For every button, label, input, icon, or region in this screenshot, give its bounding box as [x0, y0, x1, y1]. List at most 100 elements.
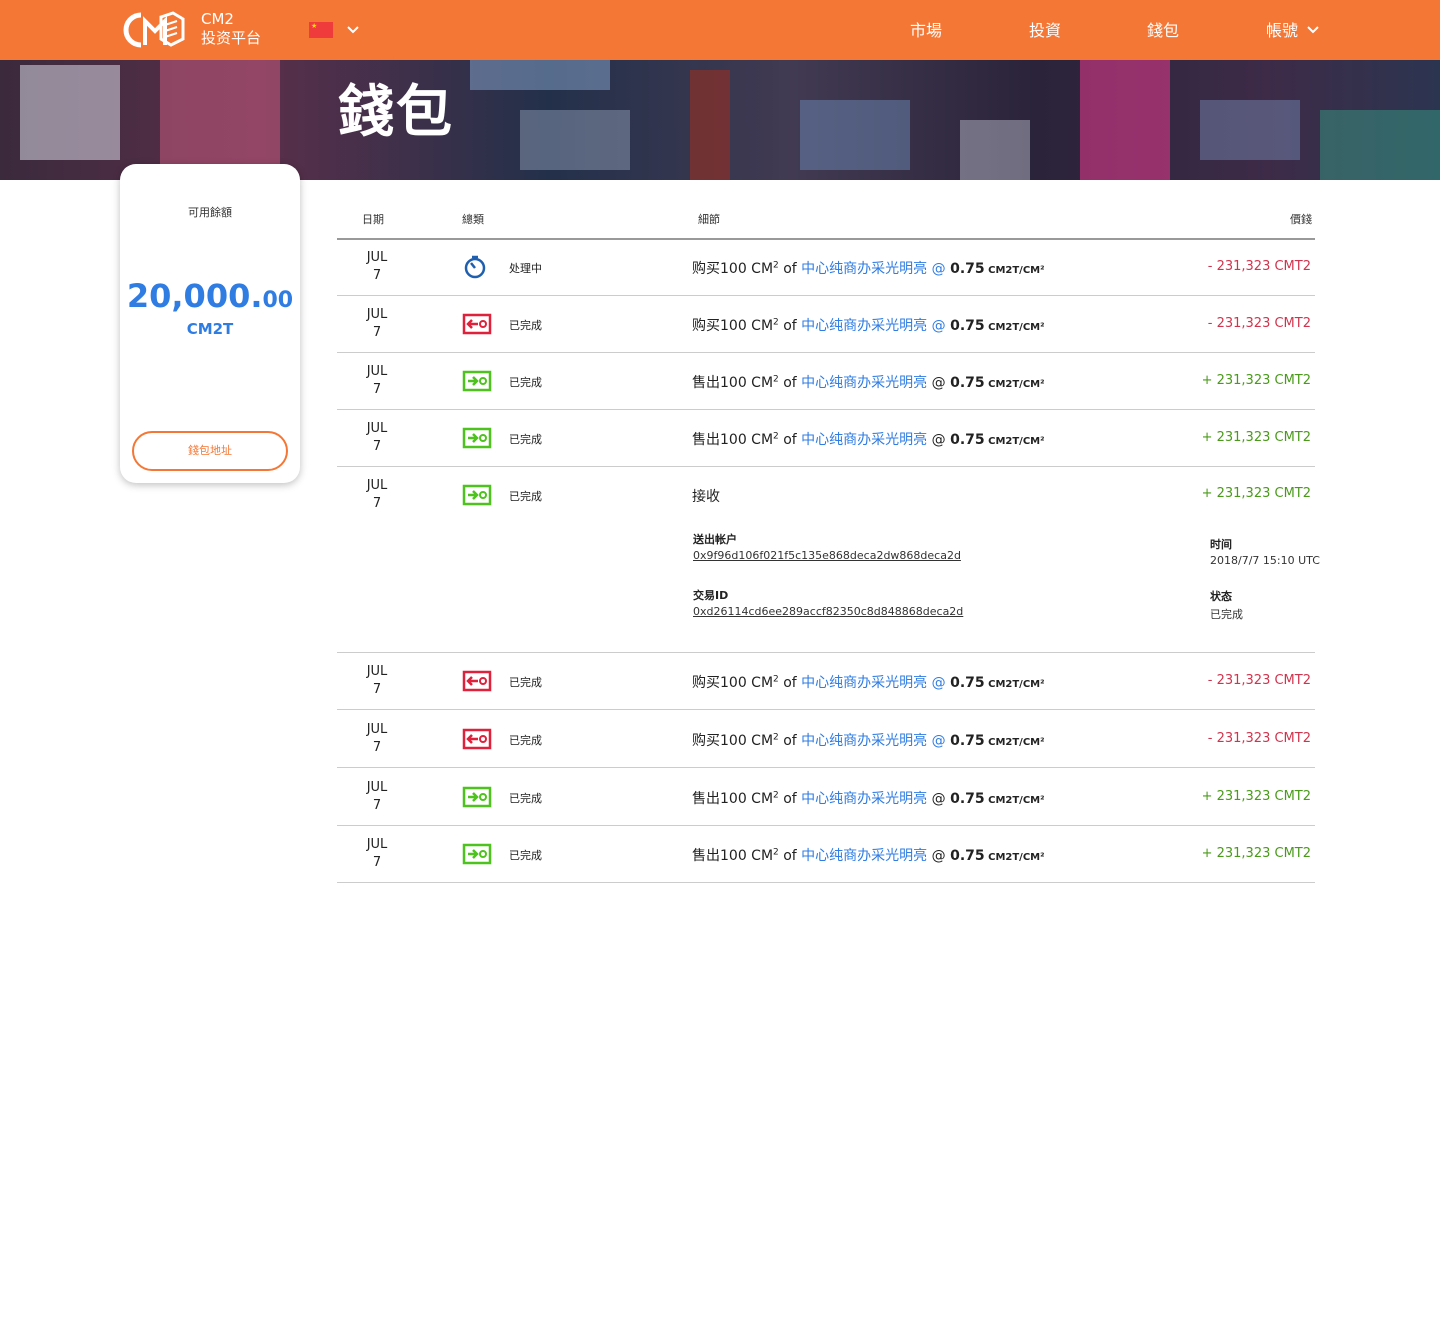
table-row[interactable]: JUL 7 已完成 售出100 CM2 of 中心纯商办采光明亮 @ 0.75 CM2… — [337, 826, 1315, 883]
detail-price: 0.75 — [950, 733, 985, 749]
brand-name: CM2 投资平台 — [201, 10, 262, 47]
time-label: 时间 — [1210, 538, 1232, 551]
detail-unit: CM2T/CM² — [984, 795, 1045, 806]
transaction-amount: + 231,323 CMT2 — [1201, 430, 1311, 445]
chevron-down-icon[interactable] — [345, 21, 361, 37]
status-label: 已完成 — [509, 734, 542, 747]
cm2-logo-icon[interactable] — [121, 11, 185, 49]
detail-action: 购买100 CM — [692, 675, 774, 691]
date-month: JUL — [366, 664, 388, 679]
row-divider — [337, 767, 1315, 768]
nav-market[interactable]: 市場 — [910, 20, 942, 42]
transaction-detail: 购买100 CM2 of 中心纯商办采光明亮 @ 0.75 CM2T/CM² — [692, 730, 1045, 750]
property-link[interactable]: 中心纯商办采光明亮 — [801, 432, 927, 448]
row-date: JUL 7 — [337, 306, 417, 342]
row-date: JUL 7 — [337, 836, 417, 872]
detail-of: of — [778, 261, 802, 277]
sender-label: 送出帐户 — [693, 533, 737, 546]
nav-wallet[interactable]: 錢包 — [1147, 20, 1179, 42]
expanded-table-row[interactable]: JUL 7 已完成 接收 + 231,323 CMT2 送出帐户 0x9f96d106f02… — [337, 467, 1320, 653]
property-link[interactable]: 中心纯商办采光明亮 — [801, 375, 927, 391]
table-row[interactable]: JUL 7 已完成 售出100 CM2 of 中心纯商办采光明亮 @ 0.75 CM2… — [337, 410, 1315, 467]
account-chevron-down-icon[interactable] — [1306, 22, 1320, 36]
detail-unit: CM2T/CM² — [984, 436, 1045, 447]
detail-action: 售出100 CM — [692, 791, 774, 807]
detail-unit: CM2T/CM² — [984, 737, 1045, 748]
transaction-amount: + 231,323 CMT2 — [1201, 789, 1311, 804]
detail-at: @ — [927, 848, 951, 864]
transaction-amount: + 231,323 CMT2 — [1201, 486, 1311, 501]
china-flag-icon[interactable]: ★ — [309, 22, 333, 38]
detail-action: 购买100 CM — [692, 733, 774, 749]
timer-icon — [464, 255, 486, 279]
date-day: 7 — [372, 496, 382, 511]
detail-at: @ — [927, 791, 951, 807]
state-label: 状态 — [1210, 590, 1232, 603]
property-link[interactable]: 中心纯商办采光明亮 — [801, 675, 927, 691]
table-row[interactable]: JUL 7 已完成 购买100 CM2 of 中心纯商办采光明亮 @ 0.75 CM2… — [337, 711, 1315, 768]
time-value: 2018/7/7 15:10 UTC — [1210, 554, 1320, 567]
detail-price: 0.75 — [950, 791, 985, 807]
nav-account[interactable]: 帳號 — [1266, 20, 1298, 42]
row-divider — [337, 882, 1315, 883]
transfer-in-icon — [462, 427, 492, 449]
table-row[interactable]: JUL 7 已完成 购买100 CM2 of 中心纯商办采光明亮 @ 0.75 CM2… — [337, 296, 1315, 353]
receive-title: 接收 — [692, 489, 720, 505]
detail-at: @ — [927, 733, 951, 749]
detail-of: of — [778, 318, 802, 334]
table-row[interactable]: JUL 7 已完成 售出100 CM2 of 中心纯商办采光明亮 @ 0.75 CM2… — [337, 769, 1315, 826]
transfer-out-icon — [462, 670, 492, 692]
detail-of: of — [778, 848, 802, 864]
transaction-detail: 购买100 CM2 of 中心纯商办采光明亮 @ 0.75 CM2T/CM² — [692, 315, 1045, 335]
property-link[interactable]: 中心纯商办采光明亮 — [801, 318, 927, 334]
detail-price: 0.75 — [950, 318, 985, 334]
row-date: JUL 7 — [337, 663, 417, 699]
transfer-in-icon — [462, 786, 492, 808]
txid-link[interactable]: 0xd26114cd6ee289accf82350c8d848868deca2d — [693, 605, 963, 618]
detail-of: of — [778, 432, 802, 448]
header-amount: 價錢 — [1290, 213, 1312, 226]
row-date: JUL 7 — [337, 363, 417, 399]
property-link[interactable]: 中心纯商办采光明亮 — [801, 848, 927, 864]
transaction-detail: 售出100 CM2 of 中心纯商办采光明亮 @ 0.75 CM2T/CM² — [692, 845, 1045, 865]
property-link[interactable]: 中心纯商办采光明亮 — [801, 733, 927, 749]
transfer-out-icon — [462, 313, 492, 335]
balance-card: 可用餘額 20,000.00 CM2T 錢包地址 — [120, 164, 300, 483]
transaction-amount: + 231,323 CMT2 — [1201, 373, 1311, 388]
table-row[interactable]: JUL 7 已完成 购买100 CM2 of 中心纯商办采光明亮 @ 0.75 CM2… — [337, 653, 1315, 710]
nav-invest[interactable]: 投資 — [1029, 20, 1061, 42]
transaction-amount: - 231,323 CMT2 — [1207, 316, 1311, 331]
detail-price: 0.75 — [950, 675, 985, 691]
sender-address-link[interactable]: 0x9f96d106f021f5c135e868deca2dw868deca2d — [693, 549, 961, 562]
table-row[interactable]: JUL 7 已完成 售出100 CM2 of 中心纯商办采光明亮 @ 0.75 CM2… — [337, 353, 1315, 410]
status-label: 已完成 — [509, 676, 542, 689]
header-type: 總類 — [462, 213, 484, 226]
date-month: JUL — [366, 307, 388, 322]
detail-of: of — [778, 675, 802, 691]
detail-of: of — [778, 791, 802, 807]
detail-unit: CM2T/CM² — [984, 852, 1045, 863]
transaction-amount: - 231,323 CMT2 — [1207, 259, 1311, 274]
transaction-amount: - 231,323 CMT2 — [1207, 673, 1311, 688]
table-row[interactable]: JUL 7 处理中 购买100 CM2 of 中心纯商办采光明亮 @ 0.75 CM2… — [337, 239, 1315, 296]
property-link[interactable]: 中心纯商办采光明亮 — [801, 261, 927, 277]
detail-at: @ — [927, 675, 951, 691]
transaction-amount: - 231,323 CMT2 — [1207, 731, 1311, 746]
detail-of: of — [778, 375, 802, 391]
transfer-in-icon — [462, 843, 492, 865]
date-month: JUL — [366, 722, 388, 737]
detail-of: of — [778, 733, 802, 749]
wallet-address-button[interactable]: 錢包地址 — [132, 431, 288, 471]
property-link[interactable]: 中心纯商办采光明亮 — [801, 791, 927, 807]
status-label: 已完成 — [509, 376, 542, 389]
transaction-amount: + 231,323 CMT2 — [1201, 846, 1311, 861]
transaction-detail: 购买100 CM2 of 中心纯商办采光明亮 @ 0.75 CM2T/CM² — [692, 258, 1045, 278]
row-date: JUL 7 — [337, 420, 417, 456]
date-month: JUL — [366, 780, 388, 795]
balance-label: 可用餘額 — [188, 206, 232, 219]
balance-unit: CM2T — [186, 320, 234, 338]
row-divider — [337, 709, 1315, 710]
detail-at: @ — [927, 375, 951, 391]
row-date: JUL 7 — [337, 721, 417, 757]
detail-action: 购买100 CM — [692, 318, 774, 334]
